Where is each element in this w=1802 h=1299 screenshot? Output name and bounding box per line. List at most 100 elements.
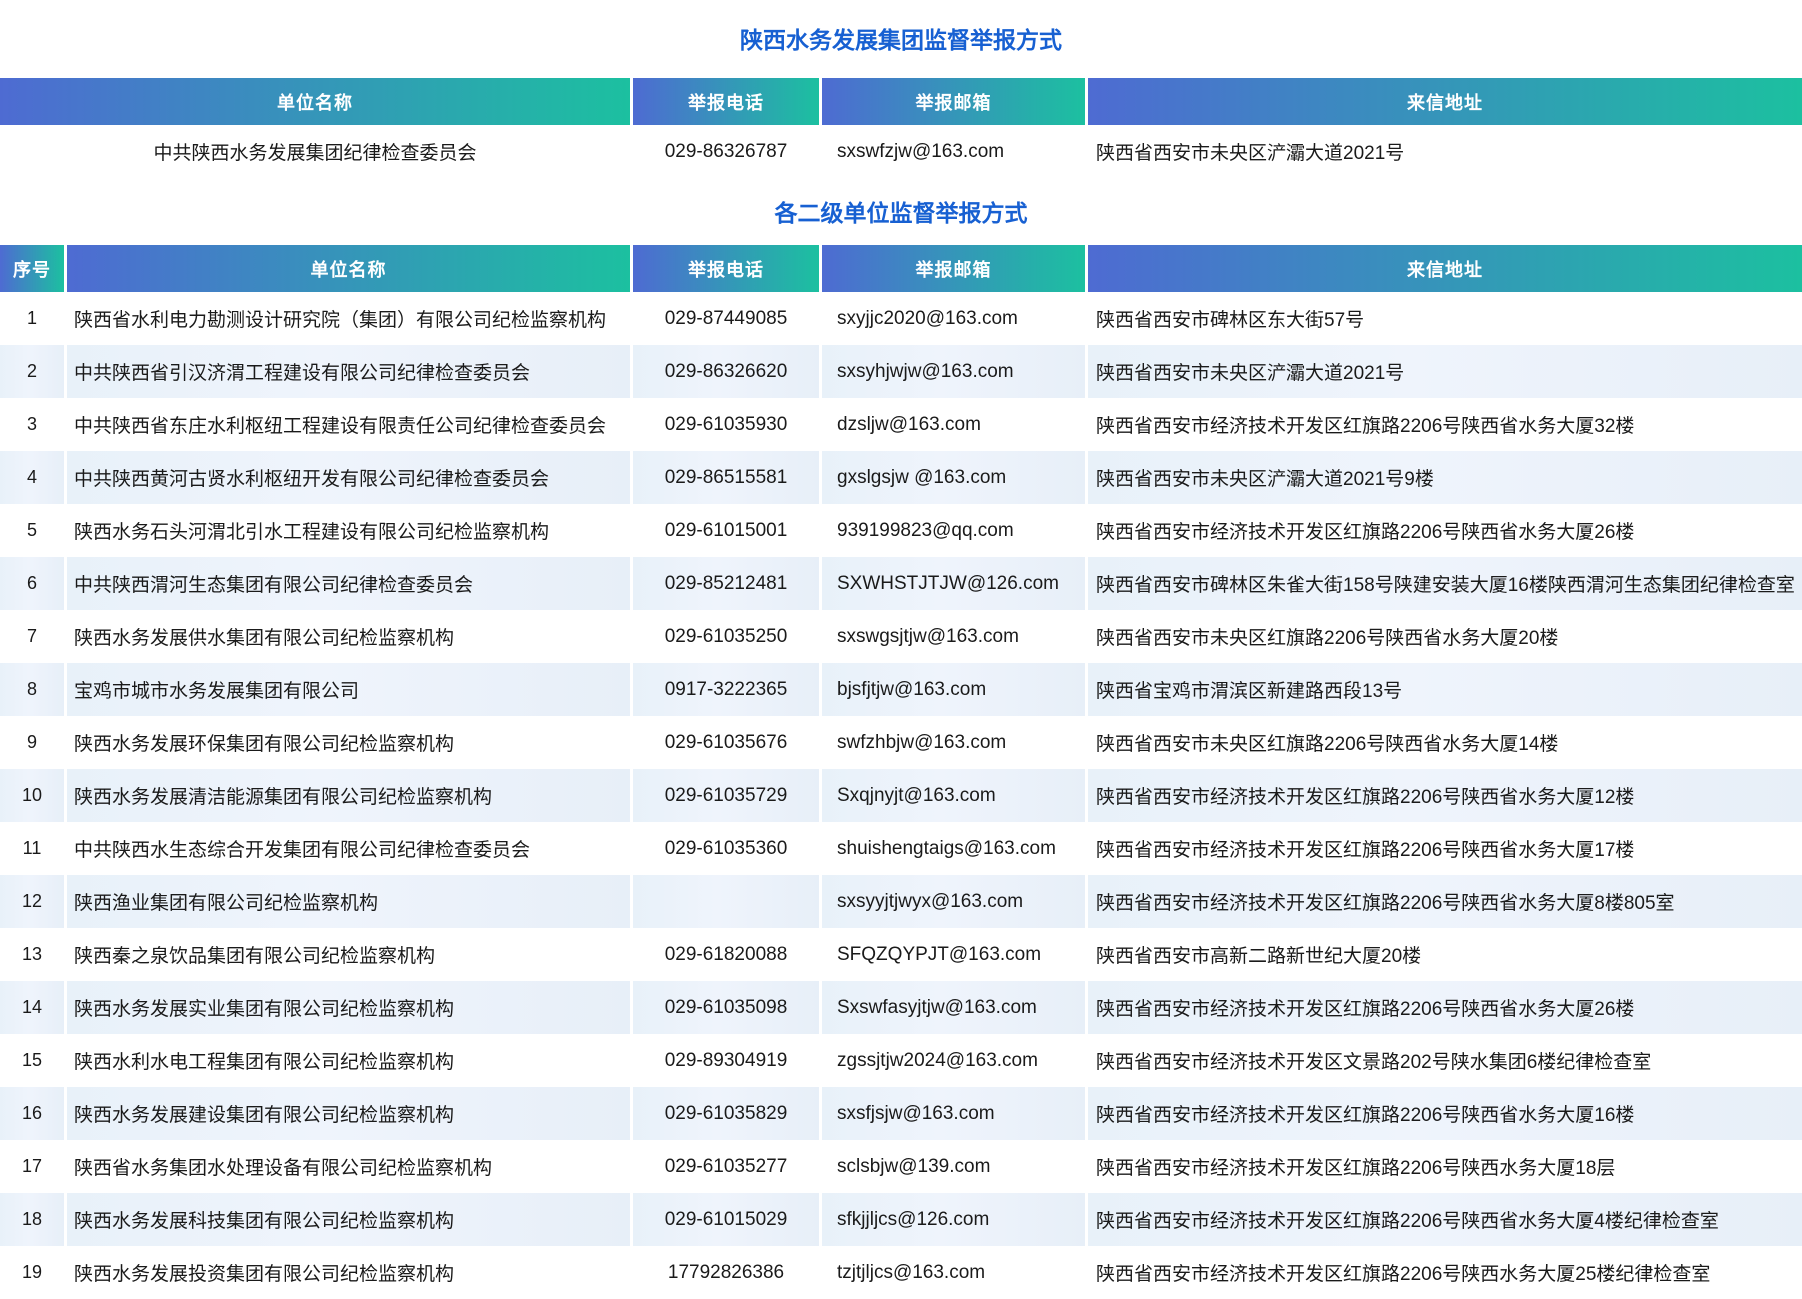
address-cell: 陕西省西安市经济技术开发区红旗路2206号陕西省水务大厦12楼	[1088, 769, 1802, 822]
table-row: 8宝鸡市城市水务发展集团有限公司0917-3222365bjsfjtjw@163…	[0, 663, 1802, 716]
unit-name-cell: 中共陕西水生态综合开发集团有限公司纪律检查委员会	[67, 822, 630, 875]
phone-cell: 029-61015001	[633, 504, 819, 557]
unit-name-cell: 中共陕西省东庄水利枢纽工程建设有限责任公司纪律检查委员会	[67, 398, 630, 451]
column-header: 单位名称	[67, 245, 630, 292]
address-cell: 陕西省西安市经济技术开发区红旗路2206号陕西省水务大厦8楼805室	[1088, 875, 1802, 928]
table-row: 13陕西秦之泉饮品集团有限公司纪检监察机构029-61820088SFQZQYP…	[0, 928, 1802, 981]
email-cell: Sxswfasyjtjw@163.com	[822, 981, 1085, 1034]
table-row: 6中共陕西渭河生态集团有限公司纪律检查委员会029-85212481SXWHST…	[0, 557, 1802, 610]
table-row: 17陕西省水务集团水处理设备有限公司纪检监察机构029-61035277scls…	[0, 1140, 1802, 1193]
unit-name-cell: 陕西水务发展科技集团有限公司纪检监察机构	[67, 1193, 630, 1246]
phone-cell: 029-89304919	[633, 1034, 819, 1087]
email-cell: bjsfjtjw@163.com	[822, 663, 1085, 716]
serial-cell: 11	[0, 822, 64, 875]
email-cell: sxsfjsjw@163.com	[822, 1087, 1085, 1140]
table-row: 10陕西水务发展清洁能源集团有限公司纪检监察机构029-61035729Sxqj…	[0, 769, 1802, 822]
unit-name-cell: 陕西水务发展环保集团有限公司纪检监察机构	[67, 716, 630, 769]
address-cell: 陕西省西安市未央区红旗路2206号陕西省水务大厦14楼	[1088, 716, 1802, 769]
email-cell: sfkjjljcs@126.com	[822, 1193, 1085, 1246]
phone-cell: 029-86326787	[633, 125, 819, 178]
serial-cell: 8	[0, 663, 64, 716]
subsidiaries-header-row: 序号单位名称举报电话举报邮箱来信地址	[0, 245, 1802, 292]
unit-name-cell: 陕西秦之泉饮品集团有限公司纪检监察机构	[67, 928, 630, 981]
email-cell: gxslgsjw @163.com	[822, 451, 1085, 504]
table-row: 14陕西水务发展实业集团有限公司纪检监察机构029-61035098Sxswfa…	[0, 981, 1802, 1034]
address-cell: 陕西省西安市经济技术开发区文景路202号陕水集团6楼纪律检查室	[1088, 1034, 1802, 1087]
column-header: 举报电话	[633, 78, 819, 125]
table-row: 5陕西水务石头河渭北引水工程建设有限公司纪检监察机构029-6101500193…	[0, 504, 1802, 557]
address-cell: 陕西省西安市经济技术开发区红旗路2206号陕西省水务大厦16楼	[1088, 1087, 1802, 1140]
email-cell: tzjtjljcs@163.com	[822, 1246, 1085, 1299]
serial-cell: 12	[0, 875, 64, 928]
phone-cell: 029-61820088	[633, 928, 819, 981]
column-header: 来信地址	[1088, 78, 1802, 125]
unit-name-cell: 中共陕西水务发展集团纪律检查委员会	[0, 125, 630, 178]
unit-name-cell: 陕西水务发展建设集团有限公司纪检监察机构	[67, 1087, 630, 1140]
unit-name-cell: 宝鸡市城市水务发展集团有限公司	[67, 663, 630, 716]
serial-cell: 4	[0, 451, 64, 504]
address-cell: 陕西省西安市经济技术开发区红旗路2206号陕西省水务大厦4楼纪律检查室	[1088, 1193, 1802, 1246]
serial-cell: 9	[0, 716, 64, 769]
table-row: 19陕西水务发展投资集团有限公司纪检监察机构17792826386tzjtjlj…	[0, 1246, 1802, 1299]
email-cell: zgssjtjw2024@163.com	[822, 1034, 1085, 1087]
address-cell: 陕西省西安市经济技术开发区红旗路2206号陕西省水务大厦26楼	[1088, 504, 1802, 557]
serial-cell: 6	[0, 557, 64, 610]
serial-cell: 16	[0, 1087, 64, 1140]
phone-cell: 029-61015029	[633, 1193, 819, 1246]
section-title: 各二级单位监督举报方式	[0, 178, 1802, 245]
phone-cell: 029-61035829	[633, 1087, 819, 1140]
table-row: 12陕西渔业集团有限公司纪检监察机构sxsyyjtjwyx@163.com陕西省…	[0, 875, 1802, 928]
serial-cell: 19	[0, 1246, 64, 1299]
phone-cell: 029-86326620	[633, 345, 819, 398]
email-cell: SXWHSTJTJW@126.com	[822, 557, 1085, 610]
phone-cell: 029-61035729	[633, 769, 819, 822]
column-header: 举报电话	[633, 245, 819, 292]
address-cell: 陕西省宝鸡市渭滨区新建路西段13号	[1088, 663, 1802, 716]
table-row: 7陕西水务发展供水集团有限公司纪检监察机构029-61035250sxswgsj…	[0, 610, 1802, 663]
table-row: 18陕西水务发展科技集团有限公司纪检监察机构029-61015029sfkjjl…	[0, 1193, 1802, 1246]
email-cell: dzsljw@163.com	[822, 398, 1085, 451]
group-contact-table: 单位名称举报电话举报邮箱来信地址中共陕西水务发展集团纪律检查委员会029-863…	[0, 78, 1802, 178]
column-header: 单位名称	[0, 78, 630, 125]
email-cell: 939199823@qq.com	[822, 504, 1085, 557]
unit-name-cell: 中共陕西黄河古贤水利枢纽开发有限公司纪律检查委员会	[67, 451, 630, 504]
serial-cell: 1	[0, 292, 64, 345]
address-cell: 陕西省西安市经济技术开发区红旗路2206号陕西省水务大厦17楼	[1088, 822, 1802, 875]
email-cell: sxswfzjw@163.com	[822, 125, 1085, 178]
unit-name-cell: 陕西水务发展清洁能源集团有限公司纪检监察机构	[67, 769, 630, 822]
email-cell: sxyjjc2020@163.com	[822, 292, 1085, 345]
email-cell: SFQZQYPJT@163.com	[822, 928, 1085, 981]
group-header-row: 单位名称举报电话举报邮箱来信地址	[0, 78, 1802, 125]
table-row: 15陕西水利水电工程集团有限公司纪检监察机构029-89304919zgssjt…	[0, 1034, 1802, 1087]
address-cell: 陕西省西安市经济技术开发区红旗路2206号陕西水务大厦18层	[1088, 1140, 1802, 1193]
phone-cell: 029-86515581	[633, 451, 819, 504]
serial-cell: 10	[0, 769, 64, 822]
phone-cell	[633, 875, 819, 928]
unit-name-cell: 陕西省水利电力勘测设计研究院（集团）有限公司纪检监察机构	[67, 292, 630, 345]
phone-cell: 029-61035360	[633, 822, 819, 875]
address-cell: 陕西省西安市未央区浐灞大道2021号	[1088, 125, 1802, 178]
email-cell: sxswgsjtjw@163.com	[822, 610, 1085, 663]
serial-cell: 17	[0, 1140, 64, 1193]
unit-name-cell: 中共陕西渭河生态集团有限公司纪律检查委员会	[67, 557, 630, 610]
phone-cell: 029-61035098	[633, 981, 819, 1034]
report-contact-page: 陕西水务发展集团监督举报方式 单位名称举报电话举报邮箱来信地址中共陕西水务发展集…	[0, 0, 1802, 1299]
serial-cell: 14	[0, 981, 64, 1034]
phone-cell: 17792826386	[633, 1246, 819, 1299]
table-row: 16陕西水务发展建设集团有限公司纪检监察机构029-61035829sxsfjs…	[0, 1087, 1802, 1140]
phone-cell: 029-87449085	[633, 292, 819, 345]
email-cell: sclsbjw@139.com	[822, 1140, 1085, 1193]
email-cell: sxsyyjtjwyx@163.com	[822, 875, 1085, 928]
table-row: 2中共陕西省引汉济渭工程建设有限公司纪律检查委员会029-86326620sxs…	[0, 345, 1802, 398]
address-cell: 陕西省西安市经济技术开发区红旗路2206号陕西省水务大厦26楼	[1088, 981, 1802, 1034]
address-cell: 陕西省西安市未央区浐灞大道2021号	[1088, 345, 1802, 398]
serial-cell: 7	[0, 610, 64, 663]
address-cell: 陕西省西安市经济技术开发区红旗路2206号陕西省水务大厦32楼	[1088, 398, 1802, 451]
serial-cell: 18	[0, 1193, 64, 1246]
address-cell: 陕西省西安市未央区浐灞大道2021号9楼	[1088, 451, 1802, 504]
column-header: 序号	[0, 245, 64, 292]
column-header: 来信地址	[1088, 245, 1802, 292]
phone-cell: 029-61035930	[633, 398, 819, 451]
email-cell: swfzhbjw@163.com	[822, 716, 1085, 769]
page-title: 陕西水务发展集团监督举报方式	[0, 0, 1802, 78]
